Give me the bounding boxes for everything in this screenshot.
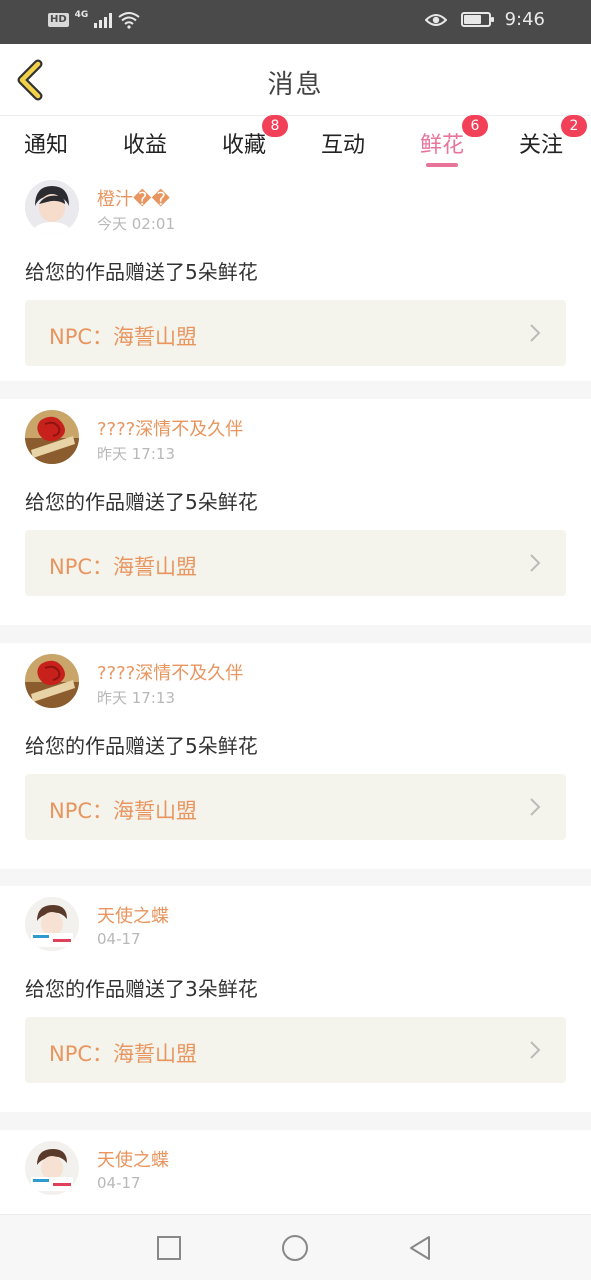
tab-label: 鲜花 bbox=[420, 133, 465, 158]
message-text: 给您的作品赠送了5朵鲜花 bbox=[25, 734, 258, 758]
gift-avatar-icon bbox=[25, 410, 79, 464]
work-title: NPC：海誓山盟 bbox=[49, 555, 198, 579]
user-name[interactable]: ????深情不及久伴 bbox=[97, 415, 243, 441]
work-link[interactable]: NPC：海誓山盟 bbox=[25, 300, 566, 366]
unread-badge: 6 bbox=[462, 115, 488, 137]
message-time: 04-17 bbox=[97, 930, 141, 948]
circle-home-icon[interactable] bbox=[281, 1234, 309, 1262]
avatar[interactable] bbox=[25, 654, 79, 708]
unread-badge: 2 bbox=[561, 115, 587, 137]
avatar[interactable] bbox=[25, 897, 79, 951]
message-card: ????深情不及久伴 昨天 17:13 给您的作品赠送了5朵鲜花 NPC：海誓山… bbox=[0, 399, 591, 625]
battery-level bbox=[463, 15, 481, 24]
status-bar: HD 4G 9:46 bbox=[0, 0, 591, 44]
tab-notice[interactable]: 通知 bbox=[24, 127, 68, 167]
signal-icon bbox=[94, 12, 113, 28]
tab-earnings[interactable]: 收益 bbox=[123, 127, 167, 167]
message-card: 橙汁�� 今天 02:01 给您的作品赠送了5朵鲜花 NPC：海誓山盟 bbox=[0, 169, 591, 381]
status-right: 9:46 bbox=[424, 9, 545, 30]
work-title: NPC：海誓山盟 bbox=[49, 799, 198, 823]
chevron-right-icon bbox=[530, 798, 541, 816]
user-name[interactable]: 天使之蝶 bbox=[97, 1146, 169, 1172]
user-name[interactable]: 橙汁�� bbox=[97, 185, 170, 211]
work-title: NPC：海誓山盟 bbox=[49, 1042, 198, 1066]
tab-label: 收藏 bbox=[222, 133, 267, 158]
avatar[interactable] bbox=[25, 180, 79, 234]
system-nav-bar bbox=[0, 1214, 591, 1280]
hd-icon: HD bbox=[48, 13, 69, 27]
message-time: 今天 02:01 bbox=[97, 215, 175, 233]
work-link[interactable]: NPC：海誓山盟 bbox=[25, 530, 566, 596]
header: 消息 bbox=[0, 44, 591, 116]
active-tab-indicator bbox=[426, 163, 458, 167]
message-text: 给您的作品赠送了5朵鲜花 bbox=[25, 260, 258, 284]
tab-flowers[interactable]: 鲜花 6 bbox=[420, 115, 488, 167]
user-avatar-icon bbox=[25, 1141, 79, 1195]
tab-interactions[interactable]: 互动 bbox=[321, 127, 365, 167]
user-name[interactable]: ????深情不及久伴 bbox=[97, 659, 243, 685]
work-title: NPC：海誓山盟 bbox=[49, 325, 198, 349]
user-avatar-icon bbox=[25, 897, 79, 951]
clock: 9:46 bbox=[504, 9, 545, 30]
chevron-right-icon bbox=[530, 324, 541, 342]
message-card: 天使之蝶 04-17 给您的作品赠送了3朵鲜花 NPC：海誓山盟 bbox=[0, 886, 591, 1112]
tab-label: 关注 bbox=[519, 133, 564, 158]
eye-icon bbox=[424, 13, 447, 26]
user-avatar-icon bbox=[25, 180, 79, 234]
message-text: 给您的作品赠送了5朵鲜花 bbox=[25, 490, 258, 514]
chevron-right-icon bbox=[530, 554, 541, 572]
message-time: 04-17 bbox=[97, 1174, 141, 1192]
tab-label: 收益 bbox=[123, 133, 168, 158]
battery-icon bbox=[460, 12, 494, 27]
message-text: 给您的作品赠送了3朵鲜花 bbox=[25, 977, 258, 1001]
square-recent-icon[interactable] bbox=[155, 1234, 183, 1262]
message-list[interactable]: 橙汁�� 今天 02:01 给您的作品赠送了5朵鲜花 NPC：海誓山盟 ????… bbox=[0, 169, 591, 1214]
gift-avatar-icon bbox=[25, 654, 79, 708]
avatar[interactable] bbox=[25, 410, 79, 464]
work-link[interactable]: NPC：海誓山盟 bbox=[25, 774, 566, 840]
triangle-back-icon[interactable] bbox=[406, 1234, 434, 1262]
page-title: 消息 bbox=[267, 70, 324, 100]
tab-bar: 通知 收益 收藏 8 互动 鲜花 6 关注 2 bbox=[0, 115, 591, 169]
unread-badge: 8 bbox=[262, 115, 288, 137]
message-time: 昨天 17:13 bbox=[97, 445, 175, 463]
tab-favorites[interactable]: 收藏 8 bbox=[222, 115, 288, 167]
chevron-right-icon bbox=[530, 1041, 541, 1059]
avatar[interactable] bbox=[25, 1141, 79, 1195]
user-name[interactable]: 天使之蝶 bbox=[97, 902, 169, 928]
message-card: 天使之蝶 04-17 bbox=[0, 1130, 591, 1214]
wifi-icon bbox=[118, 12, 140, 29]
tab-label: 通知 bbox=[24, 133, 69, 158]
status-left: HD 4G bbox=[48, 10, 140, 29]
message-card: ????深情不及久伴 昨天 17:13 给您的作品赠送了5朵鲜花 NPC：海誓山… bbox=[0, 643, 591, 869]
message-time: 昨天 17:13 bbox=[97, 689, 175, 707]
tab-label: 互动 bbox=[321, 133, 366, 158]
network-type: 4G bbox=[74, 10, 89, 20]
tab-follows[interactable]: 关注 2 bbox=[519, 115, 587, 167]
work-link[interactable]: NPC：海誓山盟 bbox=[25, 1017, 566, 1083]
